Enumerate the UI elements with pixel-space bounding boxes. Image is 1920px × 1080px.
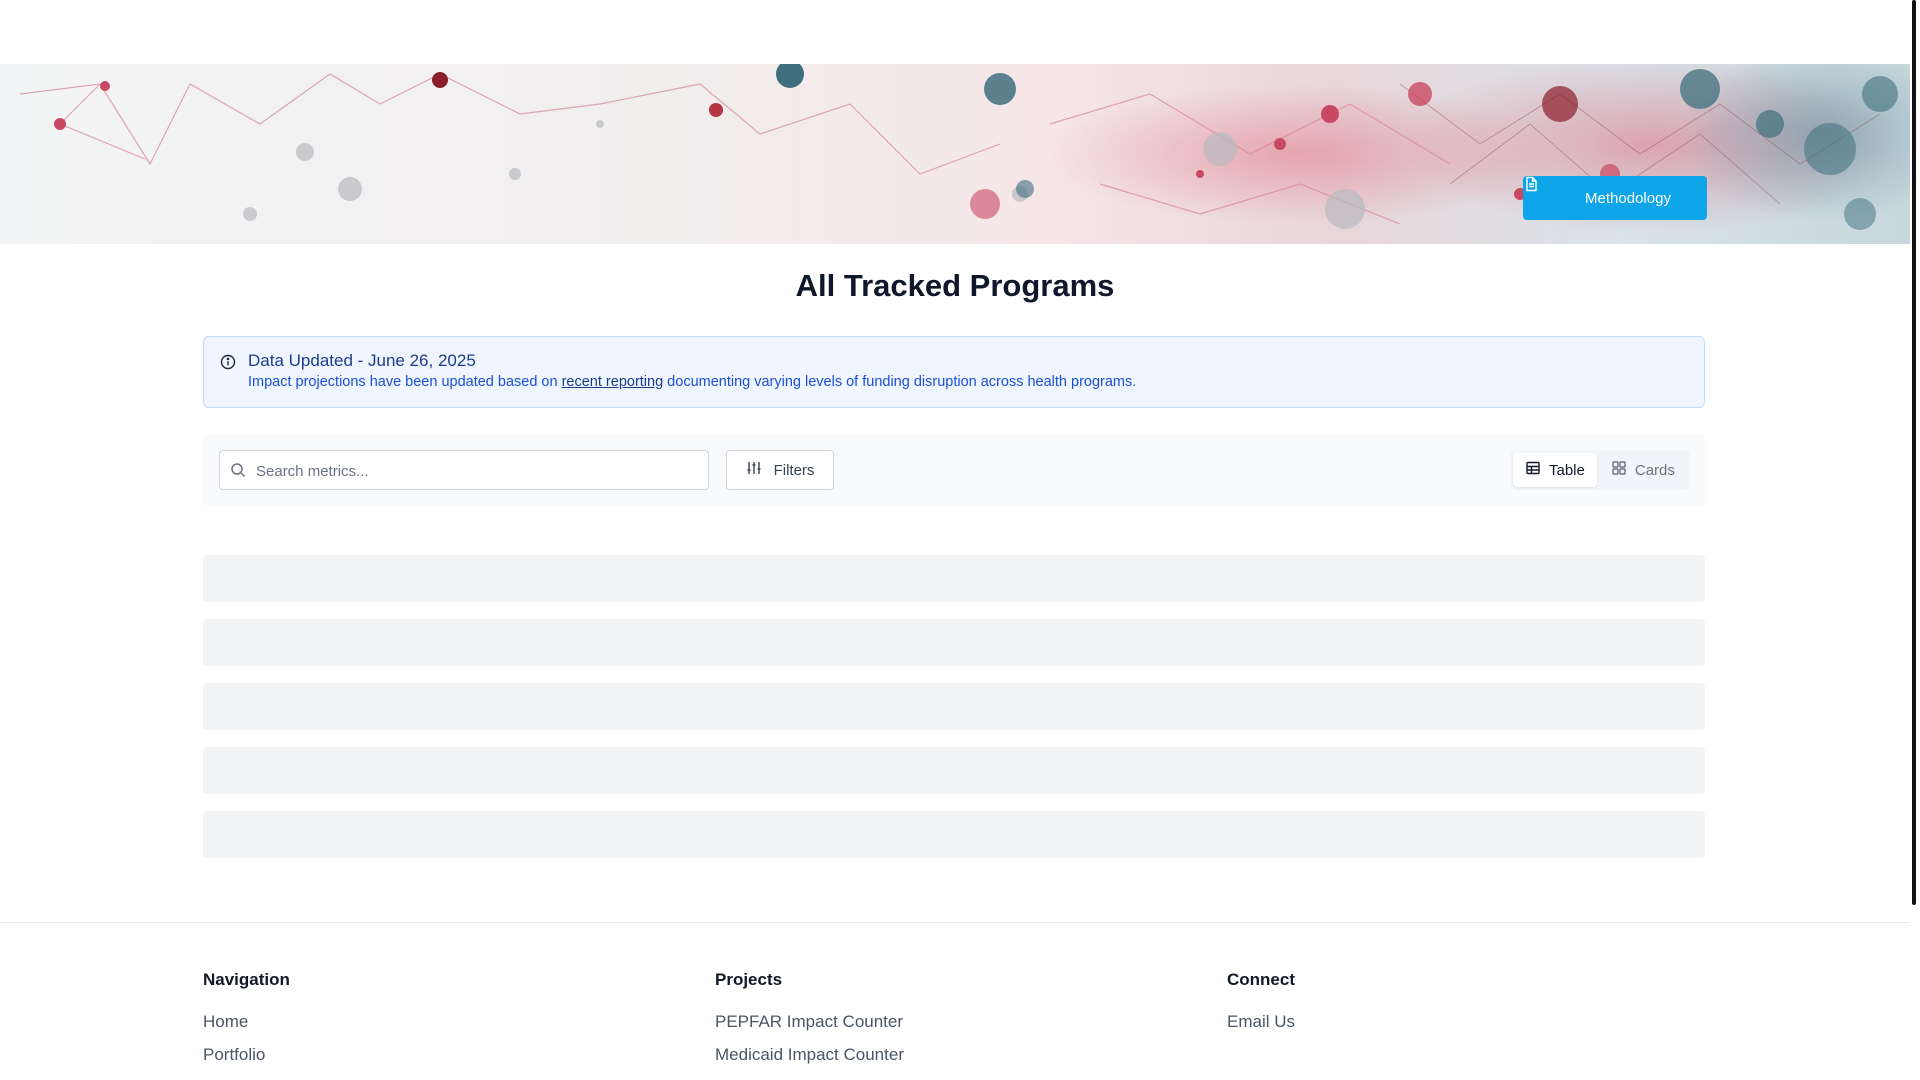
loading-row-placeholder bbox=[203, 683, 1705, 730]
data-update-notice: Data Updated - June 26, 2025 Impact proj… bbox=[203, 336, 1705, 408]
notice-body: Impact projections have been updated bas… bbox=[248, 374, 1136, 390]
loading-row-placeholder bbox=[203, 747, 1705, 794]
footer-link-home[interactable]: Home bbox=[203, 1012, 290, 1032]
view-cards-button[interactable]: Cards bbox=[1599, 453, 1687, 487]
footer-link-portfolio[interactable]: Portfolio bbox=[203, 1045, 290, 1065]
sliders-icon bbox=[746, 460, 762, 480]
footer-divider bbox=[0, 922, 1910, 923]
view-cards-label: Cards bbox=[1634, 461, 1675, 479]
page-scrollbar[interactable] bbox=[1910, 0, 1920, 1080]
recent-reporting-link[interactable]: recent reporting bbox=[562, 374, 664, 390]
notice-title: Data Updated - June 26, 2025 bbox=[248, 351, 476, 370]
methodology-button[interactable]: Methodology bbox=[1523, 176, 1707, 220]
search-input[interactable] bbox=[254, 451, 698, 491]
search-icon bbox=[230, 462, 246, 478]
footer-link-medicaid[interactable]: Medicaid Impact Counter bbox=[715, 1045, 904, 1065]
top-bar bbox=[0, 0, 1910, 64]
document-icon bbox=[1526, 176, 1575, 206]
footer-projects-column: Projects PEPFAR Impact Counter Medicaid … bbox=[715, 970, 904, 1078]
loading-row-placeholder bbox=[203, 619, 1705, 666]
footer-connect-column: Connect Email Us bbox=[1227, 970, 1295, 1045]
scrollbar-thumb[interactable] bbox=[1912, 0, 1916, 905]
notice-body-text-end: documenting varying levels of funding di… bbox=[663, 374, 1137, 390]
filters-label: Filters bbox=[773, 461, 815, 479]
footer-link-pepfar[interactable]: PEPFAR Impact Counter bbox=[715, 1012, 904, 1032]
notice-body-text: Impact projections have been updated bas… bbox=[248, 374, 562, 390]
footer-heading: Projects bbox=[715, 970, 783, 989]
footer-navigation-column: Navigation Home Portfolio bbox=[203, 970, 290, 1078]
hero-banner: Methodology bbox=[0, 64, 1910, 244]
info-icon bbox=[220, 354, 236, 370]
page-title: All Tracked Programs bbox=[795, 268, 1115, 303]
footer-heading: Connect bbox=[1227, 970, 1295, 989]
view-toggle: Table Cards bbox=[1510, 450, 1690, 490]
search-box bbox=[219, 450, 709, 491]
footer-heading: Navigation bbox=[203, 970, 290, 989]
filters-button[interactable]: Filters bbox=[726, 450, 834, 490]
loading-row-placeholder bbox=[203, 555, 1705, 602]
toolbar: Filters Table Cards bbox=[203, 434, 1705, 506]
grid-icon bbox=[1611, 460, 1627, 480]
table-icon bbox=[1525, 460, 1541, 480]
view-table-button[interactable]: Table bbox=[1513, 453, 1597, 487]
methodology-label: Methodology bbox=[1585, 189, 1671, 207]
footer-link-email[interactable]: Email Us bbox=[1227, 1012, 1295, 1032]
view-table-label: Table bbox=[1549, 461, 1585, 479]
loading-row-placeholder bbox=[203, 811, 1705, 858]
